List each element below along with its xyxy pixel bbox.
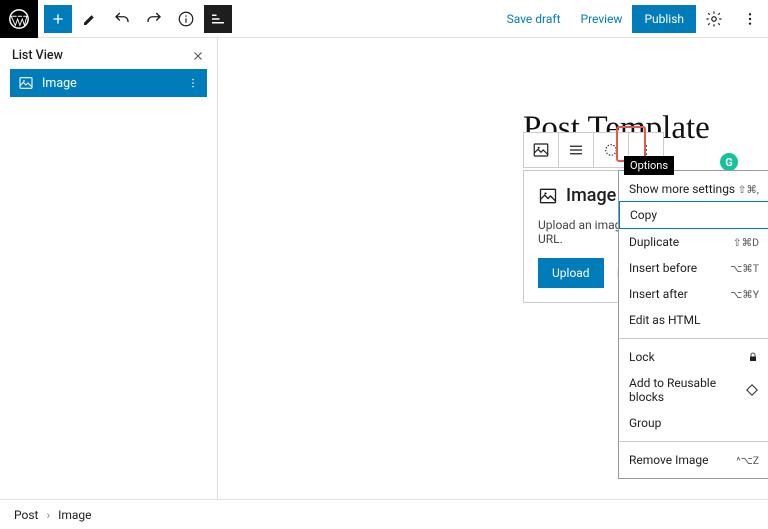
sidebar-title: List View <box>12 48 63 63</box>
block-type-image-icon[interactable] <box>524 133 558 167</box>
details-button[interactable] <box>172 5 200 33</box>
sidebar-header: List View <box>0 38 217 69</box>
crop-button[interactable] <box>594 133 628 167</box>
lock-icon <box>747 351 759 363</box>
edit-mode-button[interactable] <box>76 5 104 33</box>
breadcrumb-image[interactable]: Image <box>58 508 91 522</box>
image-block-heading-text: Image <box>566 185 616 206</box>
reusable-icon <box>745 383 759 397</box>
save-draft-link[interactable]: Save draft <box>497 12 571 26</box>
block-options-menu: Show more settings ⇧⌘, Copy Duplicate ⇧⌘… <box>618 170 768 479</box>
undo-button[interactable] <box>108 5 136 33</box>
list-item-more-icon[interactable] <box>187 77 199 89</box>
menu-edit-as-html[interactable]: Edit as HTML <box>619 307 768 333</box>
list-view-sidebar: List View Image <box>0 38 218 499</box>
image-icon <box>538 186 558 206</box>
upload-button[interactable]: Upload <box>538 258 604 288</box>
settings-gear-icon[interactable] <box>700 5 728 33</box>
more-options-icon[interactable] <box>736 5 764 33</box>
main-area: List View Image Post Template <box>0 38 768 499</box>
redo-button[interactable] <box>140 5 168 33</box>
breadcrumb-post[interactable]: Post <box>14 508 38 522</box>
wordpress-logo-button[interactable] <box>0 0 38 38</box>
publish-button[interactable]: Publish <box>632 5 696 33</box>
menu-show-more-settings[interactable]: Show more settings ⇧⌘, <box>619 176 768 202</box>
breadcrumb: Post › Image <box>0 499 768 529</box>
menu-copy[interactable]: Copy <box>619 201 768 229</box>
editor-canvas[interactable]: Post Template <box>218 38 768 499</box>
options-tooltip: Options <box>624 156 674 175</box>
menu-add-reusable[interactable]: Add to Reusable blocks <box>619 370 768 410</box>
breadcrumb-sep: › <box>46 508 50 522</box>
list-view-button[interactable] <box>204 5 232 33</box>
grammarly-badge[interactable]: G <box>720 153 738 171</box>
image-icon <box>18 75 34 91</box>
menu-duplicate[interactable]: Duplicate ⇧⌘D <box>619 229 768 255</box>
close-sidebar-icon[interactable] <box>191 49 205 63</box>
preview-link[interactable]: Preview <box>571 12 633 26</box>
align-button[interactable] <box>559 133 593 167</box>
menu-group[interactable]: Group <box>619 410 768 436</box>
top-bar: Save draft Preview Publish <box>0 0 768 38</box>
add-block-button[interactable] <box>44 5 72 33</box>
list-item-image[interactable]: Image <box>10 69 207 97</box>
menu-insert-before[interactable]: Insert before ⌥⌘T <box>619 255 768 281</box>
list-item-label: Image <box>42 76 77 91</box>
menu-remove-image[interactable]: Remove Image ^⌥Z <box>619 447 768 473</box>
menu-lock[interactable]: Lock <box>619 344 768 370</box>
menu-insert-after[interactable]: Insert after ⌥⌘Y <box>619 281 768 307</box>
